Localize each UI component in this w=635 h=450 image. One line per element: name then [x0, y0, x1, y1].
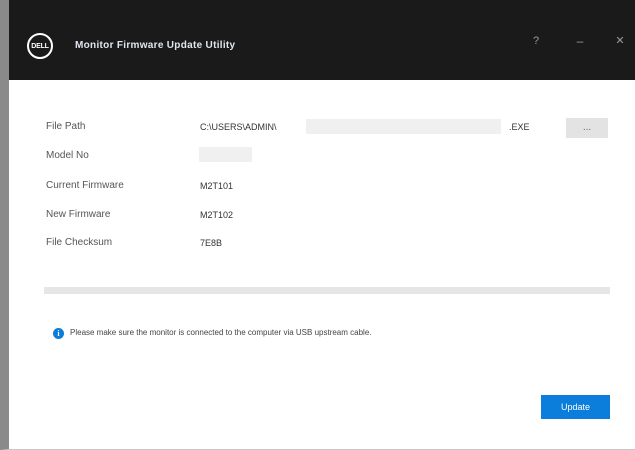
close-button[interactable]: ✕ — [612, 34, 628, 48]
dell-logo-icon: DELL — [27, 33, 53, 59]
file-path-value-suffix: .EXE — [509, 122, 530, 132]
file-checksum-value: 7E8B — [200, 238, 223, 248]
model-no-label: Model No — [46, 150, 89, 161]
window-title: Monitor Firmware Update Utility — [75, 40, 236, 51]
title-bar: DELL Monitor Firmware Update Utility ? –… — [9, 0, 635, 80]
file-path-redacted — [306, 119, 501, 134]
help-button[interactable]: ? — [528, 34, 544, 48]
model-no-redacted — [199, 147, 252, 162]
browse-button[interactable]: ... — [566, 118, 608, 138]
dialog-content: File Path C:\USERS\ADMIN\ .EXE ... Model… — [9, 80, 635, 450]
new-firmware-value: M2T102 — [200, 210, 234, 220]
file-checksum-label: File Checksum — [46, 237, 113, 248]
file-path-value-prefix: C:\USERS\ADMIN\ — [200, 122, 277, 132]
progress-bar — [44, 287, 610, 294]
logo-text: DELL — [31, 42, 49, 50]
update-button[interactable]: Update — [541, 395, 610, 419]
minimize-button[interactable]: – — [572, 34, 588, 48]
file-path-label: File Path — [46, 121, 86, 132]
info-message: Please make sure the monitor is connecte… — [70, 328, 372, 337]
current-firmware-label: Current Firmware — [46, 180, 124, 191]
info-icon: i — [53, 328, 64, 339]
current-firmware-value: M2T101 — [200, 181, 234, 191]
new-firmware-label: New Firmware — [46, 209, 111, 220]
